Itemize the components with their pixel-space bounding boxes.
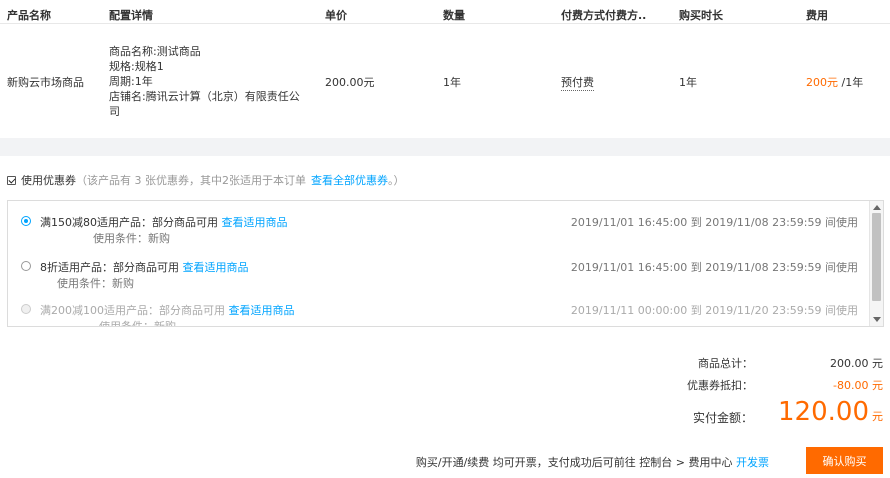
fee: 200元 /1年 — [806, 74, 863, 90]
quantity: 1年 — [443, 76, 461, 89]
coupon-title-text: 8折适用产品：部分商品可用 — [40, 261, 179, 274]
coupon-item[interactable]: 满150减80适用产品：部分商品可用 查看适用商品 使用条件：新购 2019/1… — [8, 211, 870, 251]
view-applicable-link[interactable]: 查看适用商品 — [229, 304, 295, 317]
config-details: 商品名称:测试商品 规格:规格1 周期:1年 店铺名:腾讯云计算（北京）有限责任… — [109, 44, 300, 119]
total-label: 实付金额： — [692, 411, 753, 425]
header-quantity: 数量 — [443, 9, 465, 22]
coupon-radio — [21, 304, 31, 314]
header-unit-price: 单价 — [325, 9, 347, 22]
confirm-purchase-button[interactable]: 确认购买 — [806, 447, 883, 474]
coupon-title: 满200减100适用产品：部分商品可用 查看适用商品 — [40, 302, 295, 318]
total-unit: 元 — [872, 410, 883, 423]
coupon-title: 满150减80适用产品：部分商品可用 查看适用商品 — [40, 214, 288, 230]
coupon-item: 满200减100适用产品：部分商品可用 查看适用商品 使用条件：新购 2019/… — [8, 299, 870, 327]
coupon-validity: 2019/11/11 00:00:00 到 2019/11/20 23:59:5… — [570, 304, 858, 317]
header-details: 配置详情 — [109, 9, 153, 22]
header-pay-method: 付费方式付费方.. — [561, 9, 647, 22]
coupon-info-suffix: 。） — [388, 174, 405, 187]
discount-value: -80.00 元 — [833, 379, 883, 392]
view-applicable-link[interactable]: 查看适用商品 — [183, 261, 249, 274]
discount-label: 优惠券抵扣： — [687, 379, 753, 392]
duration: 1年 — [679, 76, 697, 89]
fee-amount: 200元 — [806, 76, 838, 89]
coupon-condition: 使用条件：新购 — [57, 277, 134, 290]
scroll-up-icon[interactable] — [873, 205, 881, 210]
use-coupon-label[interactable]: 使用优惠券 — [21, 172, 76, 188]
coupon-title: 8折适用产品：部分商品可用 查看适用商品 — [40, 259, 249, 275]
total-value: 120.00 — [778, 397, 869, 427]
subtotal-label: 商品总计： — [698, 357, 753, 370]
scroll-down-icon[interactable] — [873, 317, 881, 322]
coupon-radio[interactable] — [21, 261, 31, 271]
table-row: 新购云市场商品 商品名称:测试商品 规格:规格1 周期:1年 店铺名:腾讯云计算… — [0, 24, 890, 138]
coupon-title-text: 满200减100适用产品：部分商品可用 — [40, 304, 225, 317]
detail-line: 周期:1年 — [109, 75, 153, 88]
use-coupon-checkbox[interactable] — [7, 175, 16, 185]
pay-method[interactable]: 预付费 — [561, 74, 594, 91]
coupon-title-text: 满150减80适用产品：部分商品可用 — [40, 216, 218, 229]
coupon-condition: 使用条件：新购 — [99, 320, 176, 327]
header-product: 产品名称 — [7, 9, 51, 22]
product-name: 新购云市场商品 — [7, 76, 84, 89]
header-fee: 费用 — [806, 9, 828, 22]
detail-line: 店铺名:腾讯云计算（北京）有限责任公 — [109, 90, 300, 103]
invoice-link[interactable]: 开发票 — [736, 456, 769, 469]
subtotal-value: 200.00 元 — [830, 357, 883, 370]
coupon-radio[interactable] — [21, 216, 31, 226]
detail-line: 司 — [109, 105, 120, 118]
section-divider — [0, 138, 890, 156]
invoice-note-text: 购买/开通/续费 均可开票，支付成功后可前往 控制台 > 费用中心 — [415, 456, 733, 469]
unit-price: 200.00元 — [325, 76, 375, 89]
total-amount: 120.00 元 — [778, 397, 883, 427]
coupon-item[interactable]: 8折适用产品：部分商品可用 查看适用商品 使用条件：新购 2019/11/01 … — [8, 256, 870, 296]
invoice-note: 购买/开通/续费 均可开票，支付成功后可前往 控制台 > 费用中心 开发票 — [416, 454, 769, 470]
coupon-list: 满150减80适用产品：部分商品可用 查看适用商品 使用条件：新购 2019/1… — [7, 200, 884, 327]
view-all-coupons-link[interactable]: 查看全部优惠券 — [311, 172, 388, 188]
coupon-info-prefix: （该产品有 3 张优惠券，其中2张适用于本订单 — [76, 174, 306, 187]
header-duration: 购买时长 — [679, 9, 723, 22]
coupon-validity: 2019/11/01 16:45:00 到 2019/11/08 23:59:5… — [570, 216, 858, 229]
coupon-scrollbar[interactable] — [869, 201, 883, 326]
view-applicable-link[interactable]: 查看适用商品 — [222, 216, 288, 229]
coupon-header: 使用优惠券 （该产品有 3 张优惠券，其中2张适用于本订单 查看全部优惠券 。） — [7, 172, 405, 188]
coupon-condition: 使用条件：新购 — [93, 232, 170, 245]
coupon-validity: 2019/11/01 16:45:00 到 2019/11/08 23:59:5… — [570, 261, 858, 274]
detail-line: 商品名称:测试商品 — [109, 45, 201, 58]
fee-unit: /1年 — [841, 76, 864, 89]
table-header: 产品名称 配置详情 单价 数量 付费方式付费方.. 购买时长 费用 — [0, 0, 890, 24]
scroll-thumb[interactable] — [872, 213, 881, 301]
detail-line: 规格:规格1 — [109, 60, 164, 73]
